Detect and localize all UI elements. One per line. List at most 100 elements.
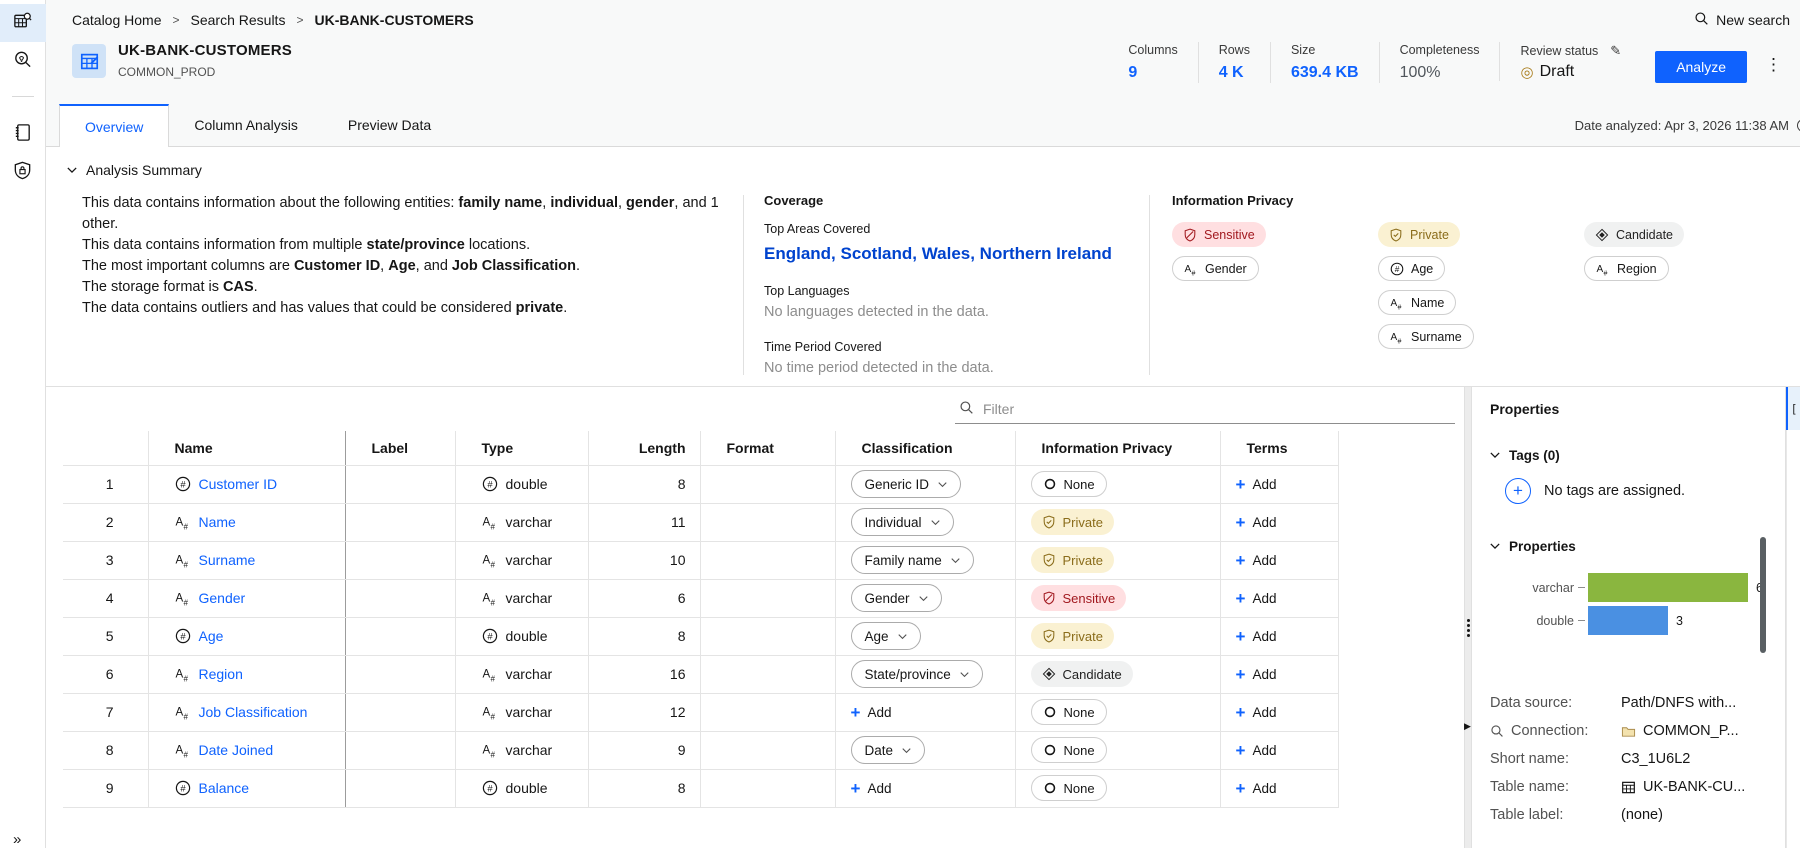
breadcrumb-item[interactable]: Catalog Home bbox=[72, 12, 162, 28]
add-button[interactable]: + Add bbox=[1236, 552, 1277, 569]
privacy-cell: Private bbox=[1015, 503, 1221, 542]
column-name-link[interactable]: Date Joined bbox=[199, 742, 274, 758]
classification-dropdown[interactable]: Gender bbox=[850, 584, 942, 612]
new-search-label: New search bbox=[1716, 12, 1790, 28]
varchar-type-icon: A # bbox=[482, 590, 498, 607]
collapse-panel-arrow-icon[interactable]: ▶ bbox=[1464, 721, 1471, 732]
column-name-link[interactable]: Job Classification bbox=[199, 704, 308, 720]
column-name-link[interactable]: Name bbox=[199, 514, 236, 530]
kv-label: Data source: bbox=[1490, 695, 1573, 711]
top-areas-link[interactable]: England, Scotland, Wales, Northern Irela… bbox=[764, 244, 1149, 264]
tab-preview-data[interactable]: Preview Data bbox=[323, 104, 456, 146]
column-name-link[interactable]: Age bbox=[199, 628, 224, 644]
svg-text:A: A bbox=[175, 593, 183, 605]
column-header-label: Label bbox=[345, 431, 456, 466]
svg-text:A: A bbox=[175, 555, 183, 567]
privacy-tag-gender: A # Gender bbox=[1172, 256, 1259, 281]
terms-cell: + Add bbox=[1220, 579, 1339, 618]
format-cell bbox=[700, 693, 836, 732]
chart-row: varchar 6 bbox=[1490, 571, 1785, 604]
right-rail: [ bbox=[1786, 387, 1800, 848]
varchar-type-icon: A # bbox=[482, 666, 498, 683]
sidebar-expand-button[interactable]: » bbox=[13, 831, 21, 848]
panel-splitter[interactable]: ▶ bbox=[1464, 387, 1472, 848]
svg-text:A: A bbox=[1184, 264, 1191, 275]
column-name-link[interactable]: Surname bbox=[199, 552, 256, 568]
insights-search-icon bbox=[12, 49, 33, 73]
svg-text:#: # bbox=[1397, 304, 1401, 309]
svg-text:#: # bbox=[490, 751, 495, 759]
sidebar-item-glossary[interactable] bbox=[0, 115, 46, 153]
analysis-summary-toggle[interactable]: Analysis Summary bbox=[67, 162, 1800, 178]
filter-input[interactable] bbox=[983, 400, 1451, 417]
add-tag-button[interactable]: + bbox=[1505, 478, 1531, 504]
breadcrumb-item[interactable]: Search Results bbox=[191, 12, 286, 28]
svg-text:#: # bbox=[1397, 338, 1401, 343]
row-number: 2 bbox=[63, 503, 149, 542]
add-button[interactable]: + Add bbox=[1236, 704, 1277, 721]
asset-header: UK-BANK-CUSTOMERS COMMON_PROD Columns 9 … bbox=[46, 40, 1800, 104]
chevron-down-icon bbox=[1490, 448, 1500, 463]
varchar-type-icon: A # bbox=[1596, 262, 1610, 276]
plus-icon: + bbox=[1235, 702, 1246, 722]
table-row: 9 # Balance # double 8 + Add None + Add bbox=[63, 769, 1339, 808]
classification-dropdown[interactable]: Date bbox=[850, 736, 926, 764]
overflow-menu-icon[interactable]: ⋮ bbox=[1757, 55, 1790, 75]
none-icon bbox=[1043, 477, 1057, 491]
tab-overview[interactable]: Overview bbox=[59, 104, 170, 147]
sidebar-item-insights[interactable] bbox=[0, 42, 46, 80]
sidebar-item-catalog[interactable] bbox=[0, 4, 46, 42]
row-number: 8 bbox=[63, 731, 149, 770]
label-cell bbox=[345, 465, 456, 504]
add-button[interactable]: + Add bbox=[1236, 514, 1277, 531]
sidebar-item-governance[interactable] bbox=[0, 153, 46, 191]
information-privacy-section: Information Privacy Sensitive A # Gender Pri… bbox=[1150, 193, 1800, 376]
svg-text:A: A bbox=[175, 745, 183, 757]
add-button[interactable]: + Add bbox=[1236, 590, 1277, 607]
panel-scrollbar[interactable] bbox=[1760, 537, 1766, 653]
edit-pencil-icon[interactable]: ✎ bbox=[1610, 43, 1621, 59]
drag-handle-icon[interactable] bbox=[1467, 619, 1470, 622]
top-bar: Catalog Home > Search Results > UK-BANK-CUST… bbox=[46, 0, 1800, 40]
classification-dropdown[interactable]: Family name bbox=[850, 546, 974, 574]
page-title: UK-BANK-CUSTOMERS bbox=[118, 42, 292, 59]
classification-dropdown[interactable]: Age bbox=[850, 622, 921, 650]
analyze-button[interactable]: Analyze bbox=[1655, 51, 1747, 83]
varchar-type-icon: A # bbox=[482, 552, 498, 569]
add-button[interactable]: + Add bbox=[1236, 628, 1277, 645]
add-button[interactable]: + Add bbox=[1236, 666, 1277, 683]
column-name-link[interactable]: Customer ID bbox=[199, 476, 278, 492]
svg-text:#: # bbox=[487, 783, 493, 794]
add-button[interactable]: + Add bbox=[851, 780, 892, 797]
svg-text:#: # bbox=[183, 675, 188, 683]
private-icon bbox=[1389, 228, 1403, 242]
add-button[interactable]: + Add bbox=[1236, 476, 1277, 493]
type-value: varchar bbox=[505, 552, 553, 568]
tags-section-toggle[interactable]: Tags (0) bbox=[1490, 448, 1785, 463]
length-value: 8 bbox=[588, 465, 701, 504]
svg-text:#: # bbox=[490, 523, 495, 531]
tabs: Overview Column Analysis Preview Data bbox=[59, 104, 456, 147]
add-button[interactable]: + Add bbox=[1236, 780, 1277, 797]
classification-dropdown[interactable]: Generic ID bbox=[850, 470, 962, 498]
classification-dropdown[interactable]: State/province bbox=[850, 660, 983, 688]
classification-dropdown[interactable]: Individual bbox=[850, 508, 954, 536]
tab-column-analysis[interactable]: Column Analysis bbox=[169, 104, 323, 146]
column-name-link[interactable]: Region bbox=[199, 666, 243, 682]
add-button[interactable]: + Add bbox=[851, 704, 892, 721]
new-search-button[interactable]: New search bbox=[1694, 11, 1790, 29]
add-button[interactable]: + Add bbox=[1236, 742, 1277, 759]
column-name-link[interactable]: Gender bbox=[199, 590, 246, 606]
terms-cell: + Add bbox=[1220, 769, 1339, 808]
column-name-link[interactable]: Balance bbox=[199, 780, 250, 796]
label-cell bbox=[345, 693, 456, 732]
open-side-panel-button[interactable]: [ bbox=[1786, 387, 1800, 430]
row-number-header bbox=[63, 431, 149, 466]
plus-icon: + bbox=[1235, 588, 1246, 608]
svg-text:A: A bbox=[175, 517, 183, 529]
svg-text:#: # bbox=[1395, 263, 1400, 273]
properties-section-toggle[interactable]: Properties bbox=[1490, 539, 1785, 554]
row-number: 7 bbox=[63, 693, 149, 732]
summary-line: This data contains information from mult… bbox=[82, 237, 531, 253]
privacy-tag-none: None bbox=[1030, 737, 1107, 763]
